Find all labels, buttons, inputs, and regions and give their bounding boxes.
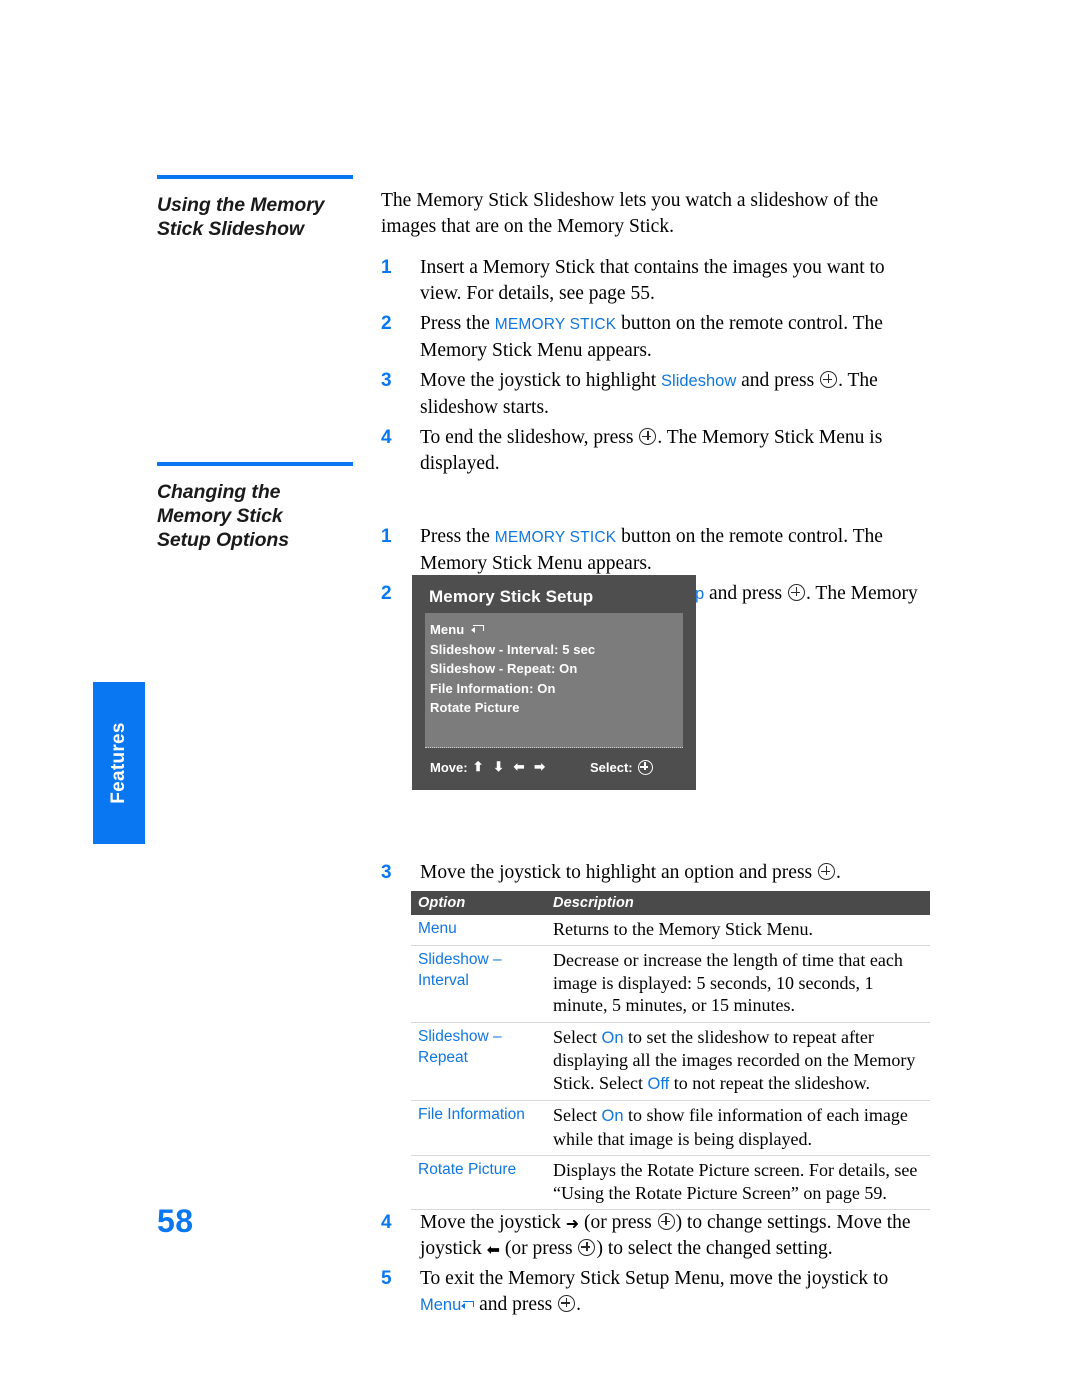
section-title-line: Using the Memory (157, 194, 325, 216)
osd-footer: Move: ⬆ ⬇ ⬅ ➡ Select: (425, 759, 683, 775)
step-item: 4 Move the joystick ➜ (or press ) to chan… (381, 1210, 926, 1261)
section-heading-setup: Changing the Memory Stick Setup Options (157, 462, 353, 552)
osd-select-label: Select: (589, 759, 633, 775)
section-title-setup: Changing the Memory Stick Setup Options (157, 480, 353, 552)
step-number: 4 (381, 427, 392, 448)
table-cell-description: Displays the Rotate Picture screen. For … (546, 1155, 930, 1210)
joystick-select-icon (820, 371, 838, 388)
step-number: 2 (381, 313, 392, 334)
step-number: 1 (381, 526, 392, 547)
return-arrow-icon (471, 624, 485, 635)
table-row: Slideshow – Repeat Select On to set the s… (411, 1022, 930, 1101)
table-row: Rotate Picture Displays the Rotate Pictur… (411, 1155, 930, 1210)
table-row: File Information Select On to show file i… (411, 1100, 930, 1156)
column-header-option: Option (411, 890, 546, 915)
inline-option-name: Off (647, 1074, 670, 1093)
table-cell-option: File Information (411, 1100, 546, 1156)
osd-menu-item-label: Rotate Picture (430, 700, 520, 715)
joystick-select-icon (788, 584, 806, 601)
column-header-description: Description (546, 890, 930, 915)
step-item: 1 Press the MEMORY STICK button on the re… (381, 524, 926, 576)
step-text: Press the MEMORY STICK button on the rem… (420, 526, 883, 574)
osd-menu-item[interactable]: File Information: On (430, 679, 683, 699)
table-header-row: Option Description (411, 890, 930, 915)
step-number: 2 (381, 583, 392, 604)
step-text: Press the MEMORY STICK button on the rem… (420, 313, 883, 361)
inline-remote-button-name: MEMORY STICK (494, 529, 617, 546)
osd-screenshot: Memory Stick Setup Menu Slideshow - Inter… (412, 575, 696, 790)
step-text: Move the joystick to highlight an option… (420, 862, 841, 883)
page-number: 58 (157, 1203, 194, 1239)
step-text: Move the joystick ➜ (or press ) to chang… (420, 1212, 911, 1259)
section-title-line: Memory Stick (157, 505, 283, 527)
joystick-select-icon (558, 1294, 576, 1312)
step-item: 5 To exit the Memory Stick Setup Menu, mo… (381, 1266, 926, 1318)
section-title-line: Stick Slideshow (157, 218, 304, 240)
step-item: 1 Insert a Memory Stick that contains the… (381, 255, 926, 306)
table-cell-description: Decrease or increase the length of time … (546, 945, 930, 1023)
osd-move-label: Move: (430, 759, 468, 775)
step-list-setup-part2: 4 Move the joystick ➜ (or press ) to chan… (381, 1210, 926, 1318)
step-item: 3 Move the joystick to highlight Slidesho… (381, 368, 926, 420)
step-list-setup-step3: 3 Move the joystick to highlight an optio… (381, 860, 926, 886)
step-number: 5 (381, 1268, 392, 1289)
inline-option-name: Slideshow (661, 372, 737, 390)
heading-rule (157, 462, 353, 466)
step-text: Move the joystick to highlight Slideshow… (420, 370, 878, 418)
section-heading-slideshow: Using the Memory Stick Slideshow (157, 175, 353, 241)
step-list-slideshow: 1 Insert a Memory Stick that contains the… (381, 255, 926, 476)
osd-menu-item[interactable]: Slideshow - Repeat: On (430, 659, 683, 679)
table-cell-description: Returns to the Memory Stick Menu. (546, 914, 930, 946)
osd-menu-item-label: Slideshow - Repeat: On (430, 661, 578, 676)
step-text: To end the slideshow, press . The Memory… (420, 427, 883, 474)
osd-menu-item-label: Menu (430, 622, 465, 637)
step-item: 2 Press the MEMORY STICK button on the re… (381, 311, 926, 363)
table-row: Menu Returns to the Memory Stick Menu. (411, 914, 930, 946)
step-text: To exit the Memory Stick Setup Menu, mov… (420, 1268, 889, 1315)
table-cell-option: Slideshow – Repeat (411, 1022, 546, 1101)
osd-menu-item[interactable]: Rotate Picture (430, 698, 683, 718)
return-arrow-icon (461, 1300, 475, 1311)
section-title-line: Changing the (157, 481, 281, 503)
joystick-select-icon (578, 1238, 596, 1256)
joystick-direction-icon: ➜ (565, 1216, 580, 1233)
step-number: 3 (381, 862, 392, 883)
step-number: 1 (381, 257, 392, 278)
options-table: Option Description Menu Returns to the Me… (411, 890, 930, 1210)
step-number: 4 (381, 1212, 392, 1233)
table-cell-description: Select On to show file information of ea… (546, 1100, 930, 1156)
step-item: 3 Move the joystick to highlight an optio… (381, 860, 926, 886)
section-title-line: Setup Options (157, 529, 289, 551)
heading-rule (157, 175, 353, 179)
inline-remote-button-name: MEMORY STICK (494, 316, 617, 333)
osd-select-group: Select: (589, 759, 653, 775)
table-cell-description: Select On to set the slideshow to repeat… (546, 1022, 930, 1101)
step-text: Insert a Memory Stick that contains the … (420, 257, 885, 304)
osd-menu-item[interactable]: Slideshow - Interval: 5 sec (430, 640, 683, 660)
joystick-select-icon (637, 759, 653, 775)
table-row: Slideshow – Interval Decrease or increase… (411, 945, 930, 1023)
table-cell-option: Slideshow – Interval (411, 945, 546, 1023)
section-title-slideshow: Using the Memory Stick Slideshow (157, 193, 353, 241)
step-number: 3 (381, 370, 392, 391)
inline-option-name: On (601, 1028, 624, 1047)
table-cell-option: Rotate Picture (411, 1155, 546, 1210)
inline-option-name: On (601, 1107, 624, 1125)
osd-menu-item-label: Slideshow - Interval: 5 sec (430, 641, 596, 657)
table-cell-option: Menu (411, 914, 546, 946)
osd-title: Memory Stick Setup (429, 587, 594, 606)
inline-menu-return-label: Menu (420, 1296, 475, 1314)
step-item: 4 To end the slideshow, press . The Memor… (381, 425, 926, 476)
chapter-tab-label: Features (108, 722, 129, 804)
joystick-direction-icon: ⬅ (486, 1241, 501, 1259)
intro-paragraph: The Memory Stick Slideshow lets you watc… (381, 190, 879, 237)
osd-menu-item-label: File Information: On (430, 680, 556, 696)
joystick-select-icon (657, 1213, 675, 1230)
osd-menu-item[interactable]: Menu (430, 620, 683, 640)
osd-menu-list: Menu Slideshow - Interval: 5 sec Slideshow… (425, 613, 683, 748)
joystick-select-icon (639, 428, 657, 445)
osd-move-arrows-icon: ⬆ ⬇ ⬅ ➡ (472, 759, 548, 774)
chapter-tab-features: Features (93, 682, 145, 844)
joystick-select-icon (818, 863, 835, 880)
